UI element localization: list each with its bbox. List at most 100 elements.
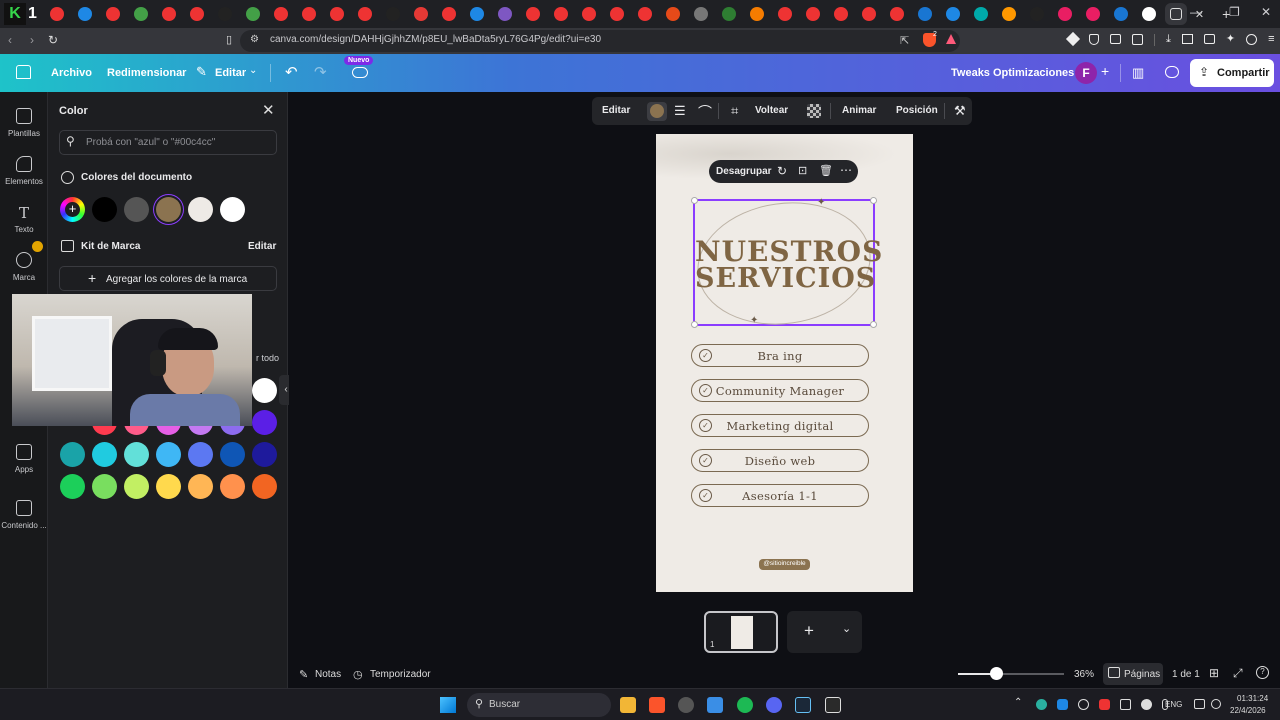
page-thumbnail[interactable]: 1 — [704, 611, 778, 653]
palette-swatch[interactable] — [124, 474, 149, 499]
tab-favicon-icon[interactable] — [777, 7, 792, 21]
title-group-selection[interactable]: ✦ ✦ NUESTROS SERVICIOS — [689, 191, 882, 336]
reload-icon[interactable]: ↻ — [48, 33, 58, 47]
tab-favicon-icon[interactable] — [77, 7, 92, 21]
doc-color-swatch[interactable] — [188, 197, 213, 222]
palette-swatch[interactable] — [156, 474, 181, 499]
ungroup-button[interactable]: Desagrupar — [716, 166, 772, 177]
downloads-icon[interactable]: ⤓ — [1166, 34, 1171, 46]
timer-button[interactable]: Temporizador — [370, 669, 431, 680]
tray-app-icon[interactable] — [1099, 699, 1110, 710]
service-pill[interactable]: ✓ Asesoría 1-1 — [691, 484, 869, 507]
brave-rewards-icon[interactable] — [946, 34, 956, 44]
tab-favicon-icon[interactable] — [1001, 7, 1016, 21]
tab-favicon-icon[interactable] — [329, 7, 344, 21]
doc-color-swatch[interactable] — [92, 197, 117, 222]
discord-icon[interactable] — [766, 697, 782, 713]
share-button[interactable]: ⇪ Compartir — [1190, 59, 1274, 87]
lock-icon[interactable]: ⊡ — [798, 164, 807, 177]
rail-item-apps[interactable]: Apps — [0, 444, 48, 474]
store-icon[interactable] — [707, 697, 723, 713]
extensions-puzzle-icon[interactable] — [1132, 34, 1143, 45]
taskbar-search[interactable]: ⚲ Buscar — [467, 693, 611, 717]
tab-favicon-icon[interactable] — [1029, 7, 1044, 21]
tab-favicon-icon[interactable] — [945, 7, 960, 21]
palette-swatch[interactable] — [92, 474, 117, 499]
palette-swatch[interactable] — [60, 442, 85, 467]
bookmark-icon[interactable]: ▯ — [226, 33, 232, 46]
rail-item-elementos[interactable]: Elementos — [0, 156, 48, 186]
fullscreen-icon[interactable]: ⤢ — [1233, 666, 1243, 681]
volume-icon[interactable] — [1120, 699, 1131, 710]
tab-favicon-icon[interactable] — [805, 7, 820, 21]
tab-favicon-icon[interactable] — [49, 7, 64, 21]
brave-icon[interactable] — [649, 697, 665, 713]
trash-icon[interactable]: 🗑 — [819, 164, 833, 177]
tab-favicon-icon[interactable] — [245, 7, 260, 21]
file-explorer-icon[interactable] — [620, 697, 636, 713]
tab-favicon-icon[interactable] — [385, 7, 400, 21]
redo-icon[interactable]: ↷ — [314, 63, 327, 81]
tab-favicon-icon[interactable] — [1141, 7, 1156, 21]
network-icons[interactable] — [1194, 699, 1221, 709]
chevron-down-icon[interactable]: ⌄ — [249, 65, 257, 76]
service-pill[interactable]: ✓ Community Manager — [691, 379, 869, 402]
tab-favicon-icon[interactable] — [973, 7, 988, 21]
rail-item-contenido[interactable]: Contenido ... — [0, 500, 48, 530]
steam-tray-icon[interactable] — [1141, 699, 1152, 710]
app-icon[interactable] — [678, 697, 694, 713]
leo-ai-icon[interactable]: ✦ — [1226, 34, 1235, 46]
minimize-icon[interactable]: — — [1190, 5, 1202, 19]
profile-logo[interactable]: K — [4, 3, 26, 25]
brand-kit-edit-link[interactable]: Editar — [248, 241, 276, 252]
tab-favicon-icon[interactable] — [581, 7, 596, 21]
tab-favicon-icon[interactable] — [861, 7, 876, 21]
palette-swatch[interactable] — [252, 410, 277, 435]
tray-chevron-icon[interactable]: ⌃ — [1014, 697, 1022, 708]
animate-button[interactable]: Animar — [842, 105, 876, 116]
tab-favicon-icon[interactable] — [749, 7, 764, 21]
rotate-icon[interactable]: ↻ — [777, 164, 787, 178]
zoom-slider-thumb[interactable] — [990, 667, 1004, 680]
tab-favicon-icon[interactable] — [721, 7, 736, 21]
tab-favicon-icon[interactable] — [917, 7, 932, 21]
tray-app-icon[interactable] — [1078, 699, 1089, 710]
palette-swatch[interactable] — [60, 474, 85, 499]
transparency-icon[interactable] — [807, 104, 821, 118]
file-menu-button[interactable]: Archivo — [51, 67, 92, 79]
resize-handle[interactable] — [691, 197, 698, 204]
extension-icons[interactable]: ⤓ ✦ ≡ — [1065, 31, 1275, 47]
clock-date[interactable]: 22/4/2026 — [1230, 706, 1266, 715]
wallet-icon[interactable] — [1203, 34, 1215, 44]
tray-icons[interactable] — [1036, 699, 1168, 710]
zoom-slider-track[interactable] — [958, 667, 1064, 680]
extension-shield-icon[interactable] — [1089, 34, 1099, 45]
palette-swatch[interactable] — [220, 442, 245, 467]
notes-button[interactable]: Notas — [315, 669, 341, 680]
resize-handle[interactable] — [870, 321, 877, 328]
title-line-2[interactable]: SERVICIOS — [695, 263, 875, 294]
position-button[interactable]: Posición — [896, 105, 938, 116]
tab-favicon-icon[interactable] — [525, 7, 540, 21]
more-options-icon[interactable]: ⋯ — [840, 163, 852, 177]
tab-favicon-icon[interactable] — [1113, 7, 1128, 21]
copy-style-icon[interactable]: ⚒ — [954, 103, 966, 119]
project-name[interactable]: Tweaks Optimizaciones — [951, 67, 1074, 79]
close-panel-icon[interactable]: ✕ — [262, 101, 275, 119]
tab-favicon-icon[interactable] — [357, 7, 372, 21]
comment-icon[interactable] — [1165, 66, 1179, 78]
palette-swatch[interactable] — [92, 442, 117, 467]
undo-icon[interactable]: ↶ — [285, 63, 298, 81]
tab-favicon-icon[interactable] — [889, 7, 904, 21]
palette-swatch[interactable] — [220, 474, 245, 499]
share-page-icon[interactable]: ⇱ — [900, 34, 909, 47]
tab-favicon-icon[interactable] — [1057, 7, 1072, 21]
crop-icon[interactable]: ⌗ — [731, 103, 738, 119]
avatar[interactable]: F — [1075, 62, 1097, 84]
tab-favicon-icon[interactable] — [469, 7, 484, 21]
design-page[interactable]: Desagrupar ↻ ⊡ 🗑 ⋯ ✦ ✦ NUESTROS SERVICIO… — [656, 134, 913, 592]
swatch-white[interactable] — [252, 378, 277, 403]
menu-icon[interactable]: ≡ — [1268, 34, 1274, 46]
tab-favicon-icon[interactable] — [105, 7, 120, 21]
doc-color-swatch[interactable] — [156, 197, 181, 222]
